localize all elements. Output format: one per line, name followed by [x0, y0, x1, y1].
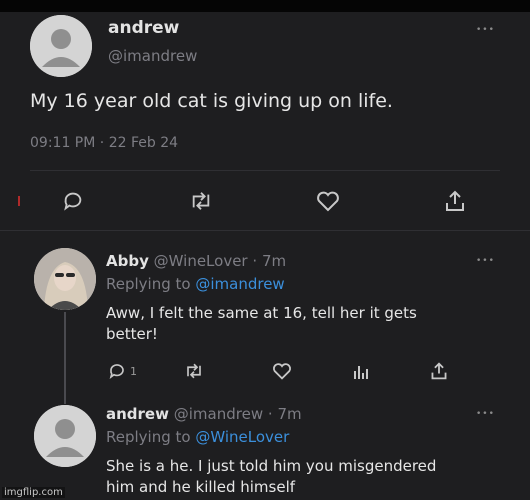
analytics-icon — [354, 366, 368, 379]
separator: · — [267, 405, 273, 423]
tweet-timestamp: 09:11 PM · 22 Feb 24 — [30, 135, 178, 151]
retweet-button[interactable] — [184, 362, 204, 380]
share-icon — [446, 190, 464, 211]
reply-button[interactable] — [62, 190, 84, 212]
author-handle[interactable]: @WineLover — [154, 252, 248, 270]
like-icon — [273, 363, 291, 380]
analytics-button[interactable] — [352, 362, 370, 380]
reply-count: 1 — [130, 364, 137, 378]
author-name[interactable]: Abby — [106, 252, 149, 270]
reply-text: She is a he. I just told him you misgend… — [106, 457, 437, 496]
share-button[interactable] — [444, 189, 466, 213]
retweet-icon — [187, 363, 201, 379]
reply-header: andrew @imandrew · 7m — [106, 405, 302, 423]
author-handle[interactable]: @imandrew — [108, 47, 197, 65]
red-mark — [18, 196, 20, 206]
avatar[interactable] — [34, 405, 96, 467]
replying-prefix: Replying to — [106, 275, 191, 293]
reply-age: 7m — [261, 252, 287, 270]
separator: · — [99, 135, 105, 151]
reply-text: Aww, I felt the same at 16, tell her it … — [106, 304, 417, 343]
tweet-text: My 16 year old cat is giving up on life. — [30, 90, 393, 112]
replying-to: Replying to @WineLover — [106, 428, 289, 446]
author-name[interactable]: andrew — [106, 405, 169, 423]
author-name[interactable]: andrew — [108, 18, 179, 38]
author-handle[interactable]: @imandrew — [174, 405, 263, 423]
more-icon[interactable]: ••• — [476, 409, 495, 419]
more-icon[interactable]: ••• — [476, 256, 495, 266]
reply-button[interactable]: 1 — [108, 362, 137, 380]
like-icon — [317, 191, 339, 212]
replying-to-link[interactable]: @WineLover — [195, 428, 289, 446]
replying-prefix: Replying to — [106, 428, 191, 446]
retweet-icon — [192, 192, 210, 210]
retweet-button[interactable] — [189, 190, 213, 212]
replying-to: Replying to @imandrew — [106, 275, 285, 293]
thread-line — [64, 312, 66, 404]
tweet-date: 22 Feb 24 — [108, 135, 179, 151]
divider — [0, 230, 530, 231]
avatar[interactable] — [30, 15, 92, 77]
reply-icon — [109, 364, 124, 380]
separator: · — [252, 252, 258, 270]
reply-icon — [64, 192, 82, 211]
share-icon — [431, 362, 447, 380]
avatar[interactable] — [34, 248, 96, 310]
like-button[interactable] — [272, 362, 292, 380]
divider — [30, 170, 500, 171]
watermark: imgflip.com — [2, 487, 65, 498]
more-icon[interactable]: ••• — [476, 25, 495, 35]
reply-age: 7m — [277, 405, 302, 423]
replying-to-link[interactable]: @imandrew — [195, 275, 284, 293]
share-button[interactable] — [430, 361, 448, 381]
like-button[interactable] — [316, 190, 340, 212]
top-bar — [0, 0, 530, 12]
tweet-time: 09:11 PM — [30, 135, 96, 151]
reply-header: Abby @WineLover · 7m — [106, 252, 286, 270]
